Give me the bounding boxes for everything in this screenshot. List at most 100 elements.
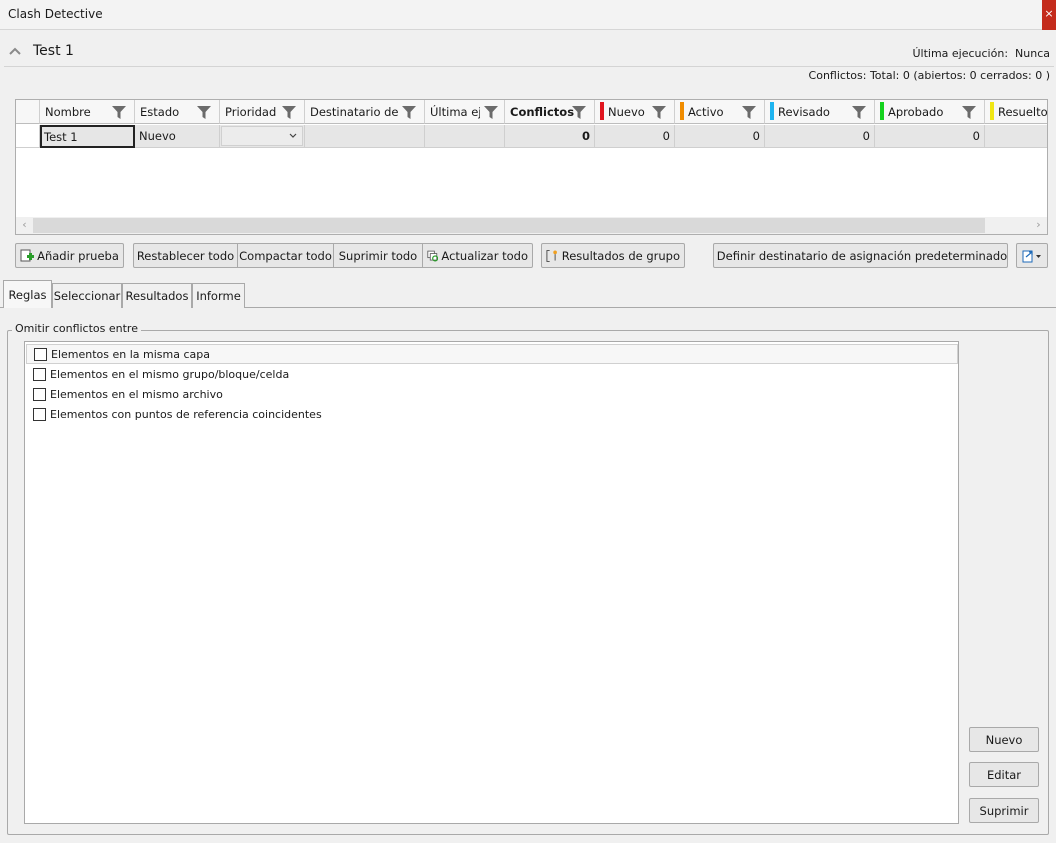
filter-icon[interactable] bbox=[652, 106, 666, 119]
title-bar: Clash Detective × bbox=[0, 0, 1056, 30]
list-item[interactable]: Elementos en el mismo archivo bbox=[26, 384, 958, 404]
filter-icon[interactable] bbox=[572, 106, 586, 119]
group-results-button[interactable]: Resultados de grupo bbox=[541, 243, 685, 268]
filter-icon[interactable] bbox=[282, 106, 296, 119]
rule-label: Elementos en la misma capa bbox=[51, 347, 210, 361]
column-header-approved[interactable]: Aprobado bbox=[875, 100, 985, 124]
filter-icon[interactable] bbox=[742, 106, 756, 119]
bulk-actions-group: Restablecer todo Compactar todo Suprimir… bbox=[133, 243, 533, 268]
table-cell-active[interactable]: 0 bbox=[675, 125, 765, 148]
table-cell-reviewed[interactable]: 0 bbox=[765, 125, 875, 148]
priority-dropdown[interactable] bbox=[220, 125, 305, 148]
groupbox-title: Omitir conflictos entre bbox=[12, 322, 141, 335]
tab-results[interactable]: Resultados bbox=[122, 283, 192, 308]
rule-checkbox[interactable] bbox=[34, 347, 47, 361]
status-color-approved bbox=[880, 102, 884, 120]
table-cell-status[interactable]: Nuevo bbox=[135, 125, 220, 148]
filter-icon[interactable] bbox=[197, 106, 211, 119]
last-run-value: Nunca bbox=[1015, 47, 1050, 60]
tab-label: Seleccionar bbox=[53, 289, 121, 303]
filter-icon[interactable] bbox=[484, 106, 498, 119]
table-cell-resolved[interactable] bbox=[985, 125, 1047, 148]
tab-report[interactable]: Informe bbox=[192, 283, 245, 308]
filter-icon[interactable] bbox=[962, 106, 976, 119]
scroll-left-arrow-icon[interactable]: ‹ bbox=[17, 218, 32, 233]
table-cell-assignee[interactable] bbox=[305, 125, 425, 148]
row-header[interactable] bbox=[16, 125, 40, 148]
list-item[interactable]: Elementos en el mismo grupo/bloque/celda bbox=[26, 364, 958, 384]
compact-all-label: Compactar todo bbox=[239, 248, 332, 263]
collapse-chevron-icon[interactable] bbox=[8, 44, 22, 58]
last-run-label: Última ejecución: bbox=[912, 47, 1009, 60]
header-divider bbox=[4, 66, 1054, 67]
filter-icon[interactable] bbox=[852, 106, 866, 119]
reset-all-button[interactable]: Restablecer todo bbox=[134, 244, 238, 267]
tests-grid: Nombre Estado Prioridad Destinatario de … bbox=[15, 99, 1048, 235]
reset-all-label: Restablecer todo bbox=[136, 248, 235, 263]
filter-icon[interactable] bbox=[402, 106, 416, 119]
tab-label: Informe bbox=[196, 289, 241, 303]
compact-all-button[interactable]: Compactar todo bbox=[238, 244, 334, 267]
scrollbar-thumb[interactable] bbox=[33, 218, 985, 233]
column-header-assignee[interactable]: Destinatario de a bbox=[305, 100, 425, 124]
update-all-label: Actualizar todo bbox=[441, 248, 528, 263]
table-cell-name[interactable]: Test 1 bbox=[40, 125, 135, 148]
list-item[interactable]: Elementos en la misma capa bbox=[26, 344, 958, 364]
table-cell-conflicts[interactable]: 0 bbox=[505, 125, 595, 148]
add-test-icon bbox=[20, 249, 35, 261]
new-rule-button[interactable]: Nuevo bbox=[969, 727, 1039, 752]
delete-all-button[interactable]: Suprimir todo bbox=[334, 244, 423, 267]
column-header-resolved[interactable]: Resuelto bbox=[985, 100, 1047, 124]
status-color-reviewed bbox=[770, 102, 774, 120]
column-label: Nombre bbox=[45, 105, 91, 119]
edit-rule-button[interactable]: Editar bbox=[969, 762, 1039, 787]
column-label: Estado bbox=[140, 105, 180, 119]
column-header-priority[interactable]: Prioridad bbox=[220, 100, 305, 124]
column-header-new[interactable]: Nuevo bbox=[595, 100, 675, 124]
rule-label: Elementos con puntos de referencia coinc… bbox=[50, 407, 322, 421]
cell-text: 0 bbox=[972, 129, 980, 143]
column-header-status[interactable]: Estado bbox=[135, 100, 220, 124]
column-header-name[interactable]: Nombre bbox=[40, 100, 135, 124]
rule-checkbox[interactable] bbox=[33, 367, 46, 381]
chevron-down-icon bbox=[289, 133, 297, 138]
list-item[interactable]: Elementos con puntos de referencia coinc… bbox=[26, 404, 958, 424]
update-all-button[interactable]: Actualizar todo bbox=[423, 244, 532, 267]
set-default-assignee-label: Definir destinatario de asignación prede… bbox=[716, 248, 1008, 263]
cell-text: 0 bbox=[752, 129, 760, 143]
edit-rule-label: Editar bbox=[986, 767, 1022, 782]
column-header-conflicts[interactable]: Conflictos bbox=[505, 100, 595, 124]
add-test-button[interactable]: Añadir prueba bbox=[15, 243, 124, 268]
status-color-resolved bbox=[990, 102, 994, 120]
column-label: Última eje bbox=[430, 105, 480, 119]
export-menu-button[interactable] bbox=[1016, 243, 1048, 268]
priority-select[interactable] bbox=[221, 126, 303, 146]
table-cell-approved[interactable]: 0 bbox=[875, 125, 985, 148]
cell-text: 0 bbox=[581, 129, 590, 143]
horizontal-scrollbar[interactable]: ‹ › bbox=[16, 217, 1047, 234]
column-label: Activo bbox=[688, 105, 724, 119]
table-cell-new[interactable]: 0 bbox=[595, 125, 675, 148]
tab-rules[interactable]: Reglas bbox=[3, 280, 52, 308]
refresh-icon bbox=[427, 250, 439, 262]
column-header-last-run[interactable]: Última eje bbox=[425, 100, 505, 124]
set-default-assignee-button[interactable]: Definir destinatario de asignación prede… bbox=[713, 243, 1008, 268]
tab-select[interactable]: Seleccionar bbox=[52, 283, 122, 308]
delete-rule-button[interactable]: Suprimir bbox=[969, 798, 1039, 823]
new-rule-label: Nuevo bbox=[985, 732, 1023, 747]
status-color-new bbox=[600, 102, 604, 120]
group-results-icon bbox=[546, 249, 557, 262]
cell-text: 0 bbox=[862, 129, 870, 143]
add-test-label: Añadir prueba bbox=[37, 248, 119, 263]
close-button[interactable]: × bbox=[1042, 0, 1056, 30]
export-icon bbox=[1022, 250, 1041, 262]
rule-checkbox[interactable] bbox=[33, 387, 46, 401]
column-header-active[interactable]: Activo bbox=[675, 100, 765, 124]
table-cell-last-run[interactable] bbox=[425, 125, 505, 148]
rule-checkbox[interactable] bbox=[33, 407, 46, 421]
cell-text: Nuevo bbox=[139, 129, 176, 143]
rule-label: Elementos en el mismo grupo/bloque/celda bbox=[50, 367, 290, 381]
filter-icon[interactable] bbox=[112, 106, 126, 119]
column-header-reviewed[interactable]: Revisado bbox=[765, 100, 875, 124]
scroll-right-arrow-icon[interactable]: › bbox=[1031, 218, 1046, 233]
